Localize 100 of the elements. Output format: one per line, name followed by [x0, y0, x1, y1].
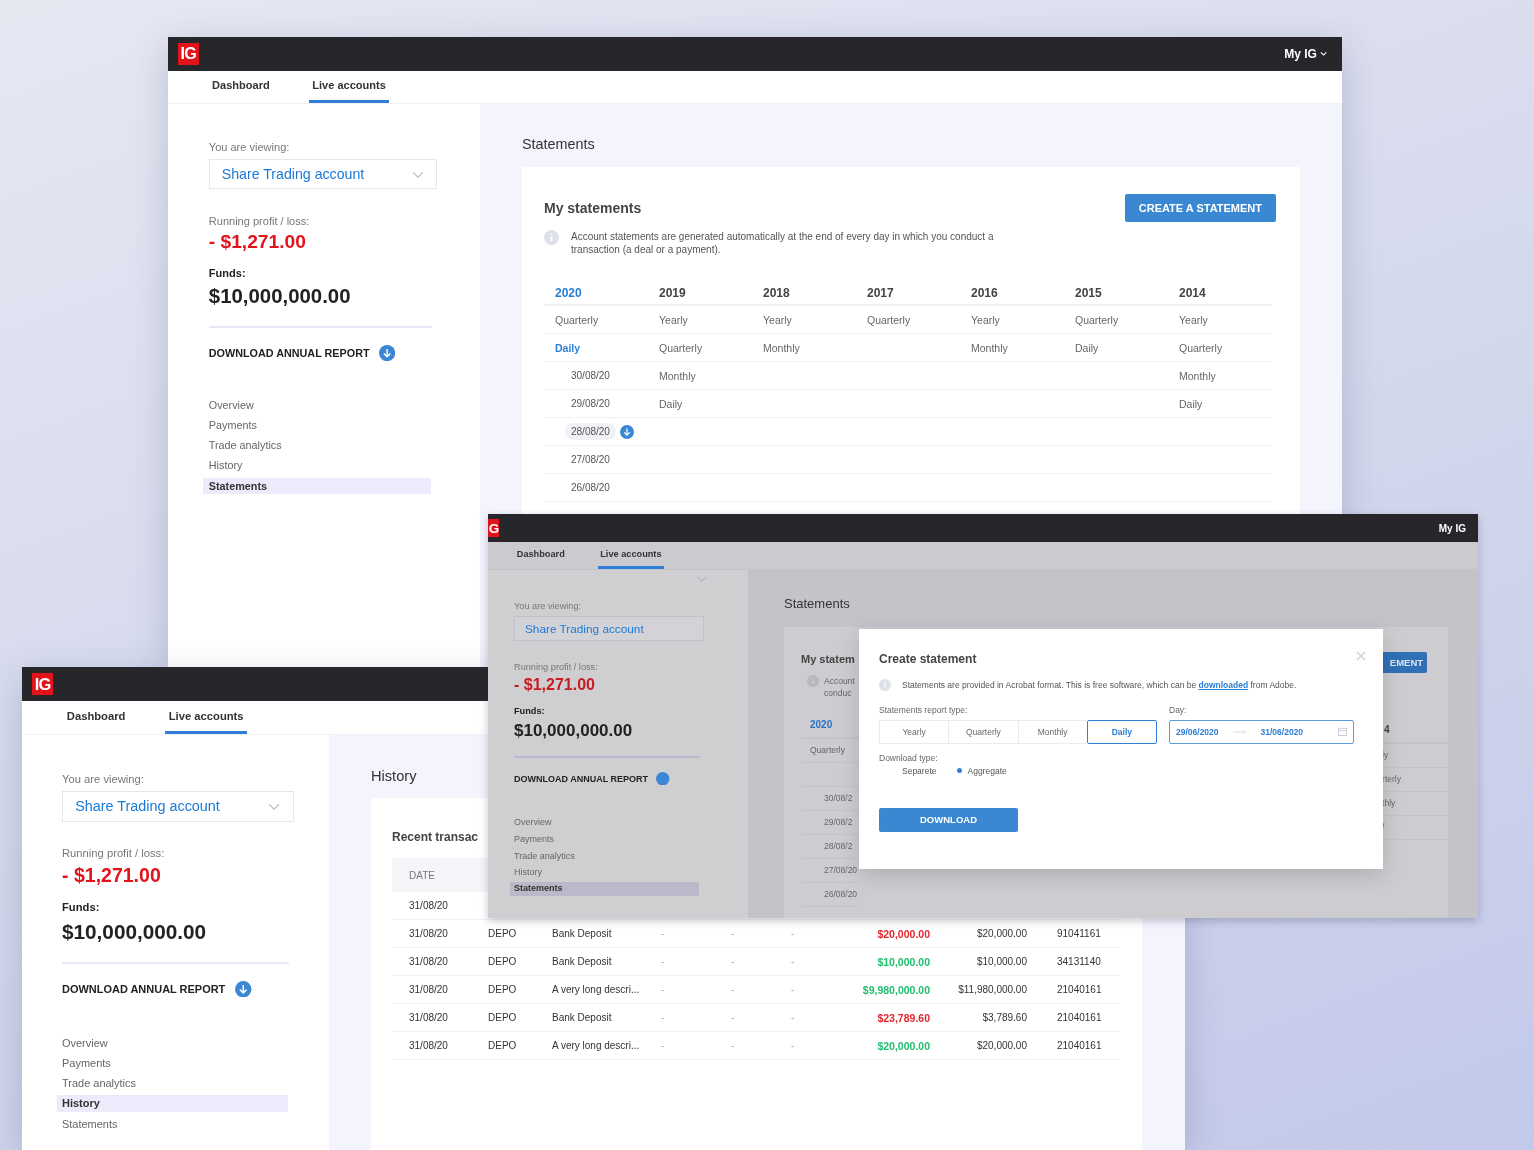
table-cell-text: A very long descri... — [552, 984, 641, 996]
radio-option[interactable]: Separete — [902, 765, 937, 776]
period-item[interactable]: Quarterly — [867, 313, 911, 326]
year-tab[interactable]: 2017 — [867, 286, 894, 301]
date-item[interactable]: 29/08/20 — [571, 398, 610, 410]
date-item[interactable]: 28/08/20 — [565, 423, 616, 441]
download-report-link[interactable]: DOWNLOAD ANNUAL REPORT — [62, 983, 226, 996]
segment-button[interactable]: Quarterly — [948, 719, 1018, 744]
page-title: Statements — [784, 596, 850, 613]
period-item[interactable]: Yearly — [1179, 313, 1208, 326]
period-item[interactable]: ly — [1382, 750, 1389, 761]
date-item[interactable]: 28/08/2 — [824, 841, 853, 852]
field-label: Statements report type: — [879, 704, 969, 715]
period-item[interactable]: Monthly — [763, 341, 800, 354]
field-label: You are viewing: — [208, 141, 291, 154]
nav-item[interactable]: Overview — [56, 1032, 289, 1054]
table-cell-text: - — [731, 1012, 736, 1024]
nav-item[interactable]: Overview — [509, 814, 700, 831]
segment-button[interactable]: Monthly — [1017, 719, 1087, 744]
year-tab[interactable]: 2020 — [810, 719, 833, 731]
period-item[interactable]: Monthly — [971, 341, 1008, 354]
date-item[interactable]: 26/08/20 — [571, 482, 610, 494]
field-label: Download type: — [879, 752, 939, 763]
funds-value: $10,000,000.00 — [62, 919, 208, 944]
table-cell: $3,789.60 — [982, 1012, 1027, 1024]
download-icon[interactable] — [235, 980, 252, 998]
table-cell: $20,000.00 — [877, 1039, 930, 1052]
period-item[interactable]: rterly — [1382, 774, 1401, 785]
nav-item[interactable]: Statements — [56, 1113, 289, 1135]
date-item[interactable]: 29/08/2 — [824, 817, 853, 828]
period-item[interactable]: Quarterly — [659, 341, 703, 354]
download-button[interactable]: DOWNLOAD — [879, 807, 1018, 832]
segment-button[interactable]: Daily — [1086, 719, 1157, 744]
date-item[interactable]: 27/08/20 — [824, 865, 858, 876]
period-item[interactable]: thly — [1382, 798, 1396, 809]
table-cell-text: 91041161 — [1057, 928, 1102, 940]
create-statement-button[interactable]: CREATE A STATEMENT — [1124, 194, 1276, 223]
table-cell-text: 31/08/20 — [409, 1040, 449, 1052]
nav-item[interactable]: Trade analytics — [203, 436, 432, 457]
nav-item[interactable]: History — [203, 456, 432, 477]
year-tab[interactable]: 2020 — [555, 286, 582, 301]
nav-item[interactable]: Payments — [509, 830, 700, 848]
nav-item[interactable]: Statements — [509, 882, 700, 897]
year-tab[interactable]: 4 — [1384, 724, 1390, 736]
nav-item[interactable]: Statements — [203, 477, 432, 495]
period-item[interactable]: Daily — [555, 341, 581, 354]
nav-item[interactable]: Payments — [56, 1053, 289, 1074]
table-cell-text: 21040161 — [1057, 984, 1103, 996]
download-icon[interactable] — [379, 345, 396, 362]
nav-item[interactable]: Payments — [203, 416, 432, 437]
date-item[interactable]: 30/08/2 — [824, 793, 853, 804]
table-cell-text: 34131140 — [1057, 956, 1102, 968]
period-item[interactable]: Monthly — [1179, 369, 1216, 382]
year-tab[interactable]: 2016 — [971, 286, 998, 301]
download-report-link[interactable]: DOWNLOAD ANNUAL REPORT — [208, 347, 370, 360]
period-item[interactable]: Daily — [659, 397, 683, 410]
nav-item[interactable]: History — [509, 864, 700, 881]
period-item[interactable]: Daily — [1075, 341, 1099, 354]
profit-value: - $1,271.00 — [62, 864, 162, 888]
download-link[interactable]: downloaded — [1198, 679, 1249, 690]
radio-dot[interactable] — [956, 768, 962, 774]
tab[interactable]: Dashboard — [514, 542, 568, 569]
year-tab[interactable]: 2019 — [659, 286, 686, 301]
nav-item[interactable]: Overview — [203, 396, 432, 417]
segment-button[interactable]: Yearly — [879, 719, 949, 744]
tab[interactable]: Dashboard — [208, 70, 273, 103]
tab[interactable]: Dashboard — [63, 701, 129, 735]
period-item[interactable]: Yearly — [971, 313, 1000, 326]
date-item[interactable]: 27/08/20 — [571, 454, 610, 466]
table-cell-text: - — [661, 984, 666, 996]
period-item[interactable]: Daily — [1179, 397, 1203, 410]
download-report-link[interactable]: DOWNLOAD ANNUAL REPORT — [514, 773, 648, 784]
date-item[interactable]: 26/08/20 — [824, 889, 858, 900]
account-menu[interactable]: My IG — [1438, 522, 1466, 534]
create-statement-button[interactable]: EMENT — [1382, 651, 1428, 673]
download-icon[interactable] — [619, 424, 634, 439]
period-item[interactable]: Monthly — [659, 369, 696, 382]
profit-label: Running profit / loss: — [208, 214, 311, 227]
period-item[interactable]: Quarterly — [555, 313, 599, 326]
date-item[interactable]: 30/08/20 — [571, 370, 610, 382]
logo: IG — [31, 672, 54, 696]
period-item[interactable]: Yearly — [659, 313, 688, 326]
nav-item[interactable]: Trade analytics — [56, 1073, 289, 1094]
year-tab[interactable]: 2014 — [1179, 286, 1206, 301]
period-item[interactable]: Quarterly — [1075, 313, 1119, 326]
year-tab[interactable]: 2015 — [1075, 286, 1102, 301]
account-menu[interactable]: My IG — [1284, 46, 1328, 61]
date-range-field[interactable]: 29/06/2020 31/06/2020 — [1169, 719, 1354, 744]
account-select[interactable]: Share Trading account — [62, 791, 294, 822]
period-item[interactable]: Quarterly — [1179, 341, 1223, 354]
nav-item[interactable]: Trade analytics — [509, 847, 700, 865]
account-select[interactable]: Share Trading account — [208, 159, 437, 190]
nav-item[interactable]: History — [56, 1095, 289, 1113]
table-cell-text: - — [791, 1040, 796, 1052]
year-tab[interactable]: 2018 — [763, 286, 790, 301]
radio-option[interactable]: Aggregate — [967, 765, 1007, 776]
circle-icon[interactable] — [656, 771, 670, 786]
period-item[interactable]: Quarterly — [810, 745, 845, 756]
profit-value: - $1,271.00 — [208, 231, 307, 254]
period-item[interactable]: Yearly — [763, 313, 792, 326]
